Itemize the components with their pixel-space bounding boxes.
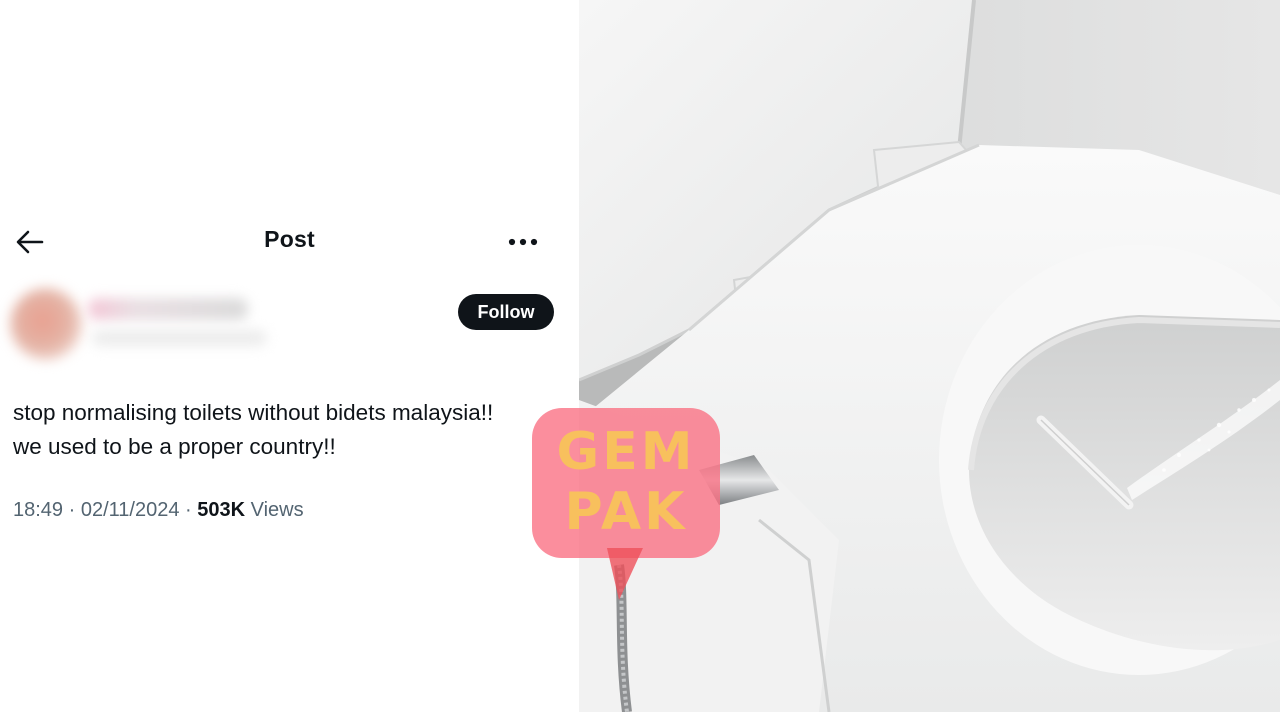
watermark-line: PAK [564,482,688,542]
post-panel: Post Follow stop normalising toilets wit… [0,0,579,712]
page-title-text: Post [264,226,315,252]
post-text-line: we used to be a proper country!! [13,434,336,459]
post-time[interactable]: 18:49 [13,499,63,521]
bidet-toilet-image [579,0,1280,712]
more-horizontal-icon [508,238,538,246]
post-text: stop normalising toilets without bidets … [13,396,579,464]
separator-dot: · [68,499,81,521]
post-text-line: stop normalising toilets without bidets … [13,400,494,425]
post-date[interactable]: 02/11/2024 [81,499,180,521]
page-title: Post [0,226,579,253]
views-count: 503K [197,499,246,521]
follow-button[interactable]: Follow [458,294,554,330]
views-label: Views [250,499,304,521]
separator-dot: · [185,499,198,521]
toilet-bidet-photo [579,0,1280,712]
watermark-line: GEM [556,422,696,482]
author-name-redacted[interactable] [88,298,248,320]
avatar[interactable] [10,288,82,360]
post-meta: 18:49 · 02/11/2024 · 503K Views [13,499,304,522]
more-options-button[interactable] [506,230,542,254]
author-handle-redacted[interactable] [92,330,267,346]
gempak-watermark-logo: GEM PAK [532,408,720,558]
